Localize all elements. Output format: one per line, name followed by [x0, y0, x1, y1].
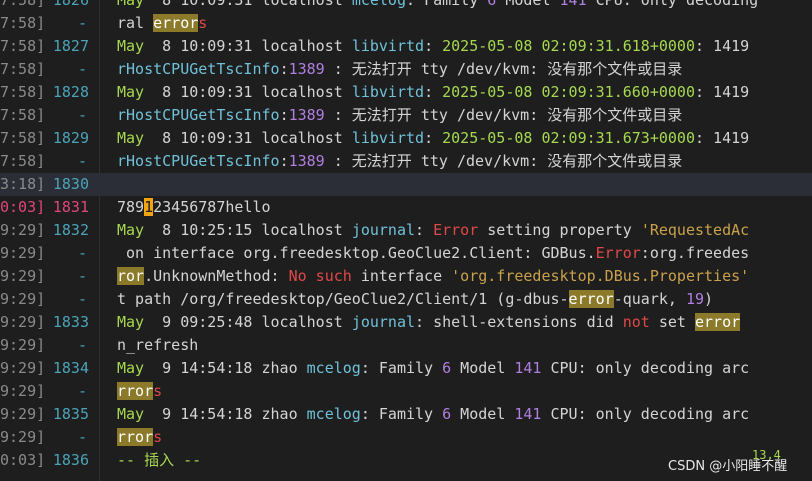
buffer-line[interactable]: 9:29] - rrors: [0, 380, 812, 403]
line-text[interactable]: rHostCPUGetTscInfo:1389 : 无法打开 tty /dev/…: [117, 104, 682, 127]
line-text[interactable]: t path /org/freedesktop/GeoClue2/Client/…: [117, 288, 713, 311]
wrap-marker: -: [78, 244, 88, 262]
line-text[interactable]: May 8 10:25:15 localhost journal: Error …: [117, 219, 749, 242]
buffer-line[interactable]: 3:18] 1830: [0, 173, 812, 196]
buffer-line[interactable]: 9:29] - ror.UnknownMethod: No such interfa…: [0, 265, 812, 288]
line-number: 1832: [52, 221, 89, 239]
line-text[interactable]: rHostCPUGetTscInfo:1389 : 无法打开 tty /dev/…: [117, 150, 682, 173]
line-timestamp: 7:58]: [0, 129, 44, 147]
line-number: 1833: [52, 313, 89, 331]
line-number: 1827: [52, 37, 89, 55]
wrap-marker: -: [78, 60, 88, 78]
insert-mode-indicator: -- 插入 --: [117, 451, 202, 469]
line-text[interactable]: May 8 10:09:31 localhost mcelog: Family …: [117, 0, 758, 12]
line-number: 1830: [52, 175, 89, 193]
wrap-marker: -: [78, 14, 88, 32]
line-number: 1826: [52, 0, 89, 9]
buffer-line[interactable]: 7:58] 1829 May 8 10:09:31 localhost libvir…: [0, 127, 812, 150]
line-timestamp: 9:29]: [0, 221, 44, 239]
buffer-line[interactable]: 9:29] - on interface org.freedesktop.GeoC…: [0, 242, 812, 265]
line-number: 1828: [52, 83, 89, 101]
line-text[interactable]: May 8 10:09:31 localhost libvirtd: 2025-…: [117, 35, 749, 58]
line-number: 1831: [52, 198, 89, 216]
line-timestamp: 9:29]: [0, 290, 44, 308]
line-timestamp: 7:58]: [0, 37, 44, 55]
wrap-marker: -: [78, 152, 88, 170]
buffer-line[interactable]: 9:29] 1835 May 9 14:54:18 zhao mcelog: Fam…: [0, 403, 812, 426]
buffer-line[interactable]: 9:29] - n_refresh: [0, 334, 812, 357]
line-text[interactable]: May 8 10:09:31 localhost libvirtd: 2025-…: [117, 81, 749, 104]
line-timestamp: 0:03]: [0, 451, 44, 469]
line-timestamp: 7:58]: [0, 106, 44, 124]
buffer-line[interactable]: 9:29] - t path /org/freedesktop/GeoClue2/C…: [0, 288, 812, 311]
line-timestamp: 9:29]: [0, 336, 44, 354]
line-timestamp: 9:29]: [0, 382, 44, 400]
buffer-line[interactable]: 7:58] - rHostCPUGetTscInfo:1389 : 无法打开 tty…: [0, 150, 812, 173]
line-number: 1835: [52, 405, 89, 423]
line-number: 1829: [52, 129, 89, 147]
line-timestamp: 7:58]: [0, 0, 44, 9]
wrap-marker: -: [78, 336, 88, 354]
line-text[interactable]: ral errors: [117, 12, 207, 35]
line-timestamp: 7:58]: [0, 14, 44, 32]
line-text[interactable]: ror.UnknownMethod: No such interface 'or…: [117, 265, 749, 288]
buffer-line[interactable]: 7:58] 1827 May 8 10:09:31 localhost libvir…: [0, 35, 812, 58]
buffer-line[interactable]: 7:58] 1826 May 8 10:09:31 localhost mcelog…: [0, 0, 812, 12]
wrap-marker: -: [78, 428, 88, 446]
line-timestamp: 9:29]: [0, 405, 44, 423]
buffer-line[interactable]: 9:29] - rrors: [0, 426, 812, 449]
terminal-vim-editor[interactable]: 7:58] 1826 May 8 10:09:31 localhost mcelog…: [0, 0, 812, 481]
buffer-line[interactable]: 7:58] - rHostCPUGetTscInfo:1389 : 无法打开 tty…: [0, 58, 812, 81]
line-text[interactable]: -- 插入 --: [117, 449, 201, 472]
buffer-line[interactable]: 0:03] 1831 789123456787hello: [0, 196, 812, 219]
line-text[interactable]: May 9 14:54:18 zhao mcelog: Family 6 Mod…: [117, 357, 749, 380]
line-text[interactable]: May 9 09:25:48 localhost journal: shell-…: [117, 311, 741, 334]
line-text[interactable]: rrors: [117, 380, 162, 403]
wrap-marker: -: [78, 106, 88, 124]
line-text[interactable]: n_refresh: [117, 334, 198, 357]
line-timestamp: 0:03]: [0, 198, 44, 216]
buffer-line[interactable]: 7:58] 1828 May 8 10:09:31 localhost libvir…: [0, 81, 812, 104]
line-text[interactable]: May 9 14:54:18 zhao mcelog: Family 6 Mod…: [117, 403, 749, 426]
line-timestamp: 7:58]: [0, 60, 44, 78]
line-text[interactable]: rrors: [117, 426, 162, 449]
line-text[interactable]: May 8 10:09:31 localhost libvirtd: 2025-…: [117, 127, 749, 150]
line-timestamp: 9:29]: [0, 267, 44, 285]
buffer-line[interactable]: 7:58] - ral errors: [0, 12, 812, 35]
line-timestamp: 9:29]: [0, 359, 44, 377]
csdn-watermark: CSDN @小阳睡不醒: [668, 459, 788, 474]
line-timestamp: 7:58]: [0, 83, 44, 101]
line-timestamp: 3:18]: [0, 175, 44, 193]
wrap-marker: -: [78, 267, 88, 285]
wrap-marker: -: [78, 382, 88, 400]
buffer-line[interactable]: 7:58] - rHostCPUGetTscInfo:1389 : 无法打开 tty…: [0, 104, 812, 127]
line-timestamp: 9:29]: [0, 428, 44, 446]
line-timestamp: 9:29]: [0, 313, 44, 331]
line-timestamp: 7:58]: [0, 152, 44, 170]
wrap-marker: -: [78, 290, 88, 308]
line-number: 1834: [52, 359, 89, 377]
line-timestamp: 9:29]: [0, 244, 44, 262]
line-number: 1836: [52, 451, 89, 469]
line-text[interactable]: on interface org.freedesktop.GeoClue2.Cl…: [117, 242, 749, 265]
line-text[interactable]: 789123456787hello: [117, 196, 271, 219]
buffer-line[interactable]: 9:29] 1833 May 9 09:25:48 localhost journa…: [0, 311, 812, 334]
text-cursor: 1: [144, 198, 154, 216]
buffer-line[interactable]: 9:29] 1832 May 8 10:25:15 localhost journa…: [0, 219, 812, 242]
buffer-line[interactable]: 9:29] 1834 May 9 14:54:18 zhao mcelog: Fam…: [0, 357, 812, 380]
line-text[interactable]: rHostCPUGetTscInfo:1389 : 无法打开 tty /dev/…: [117, 58, 682, 81]
